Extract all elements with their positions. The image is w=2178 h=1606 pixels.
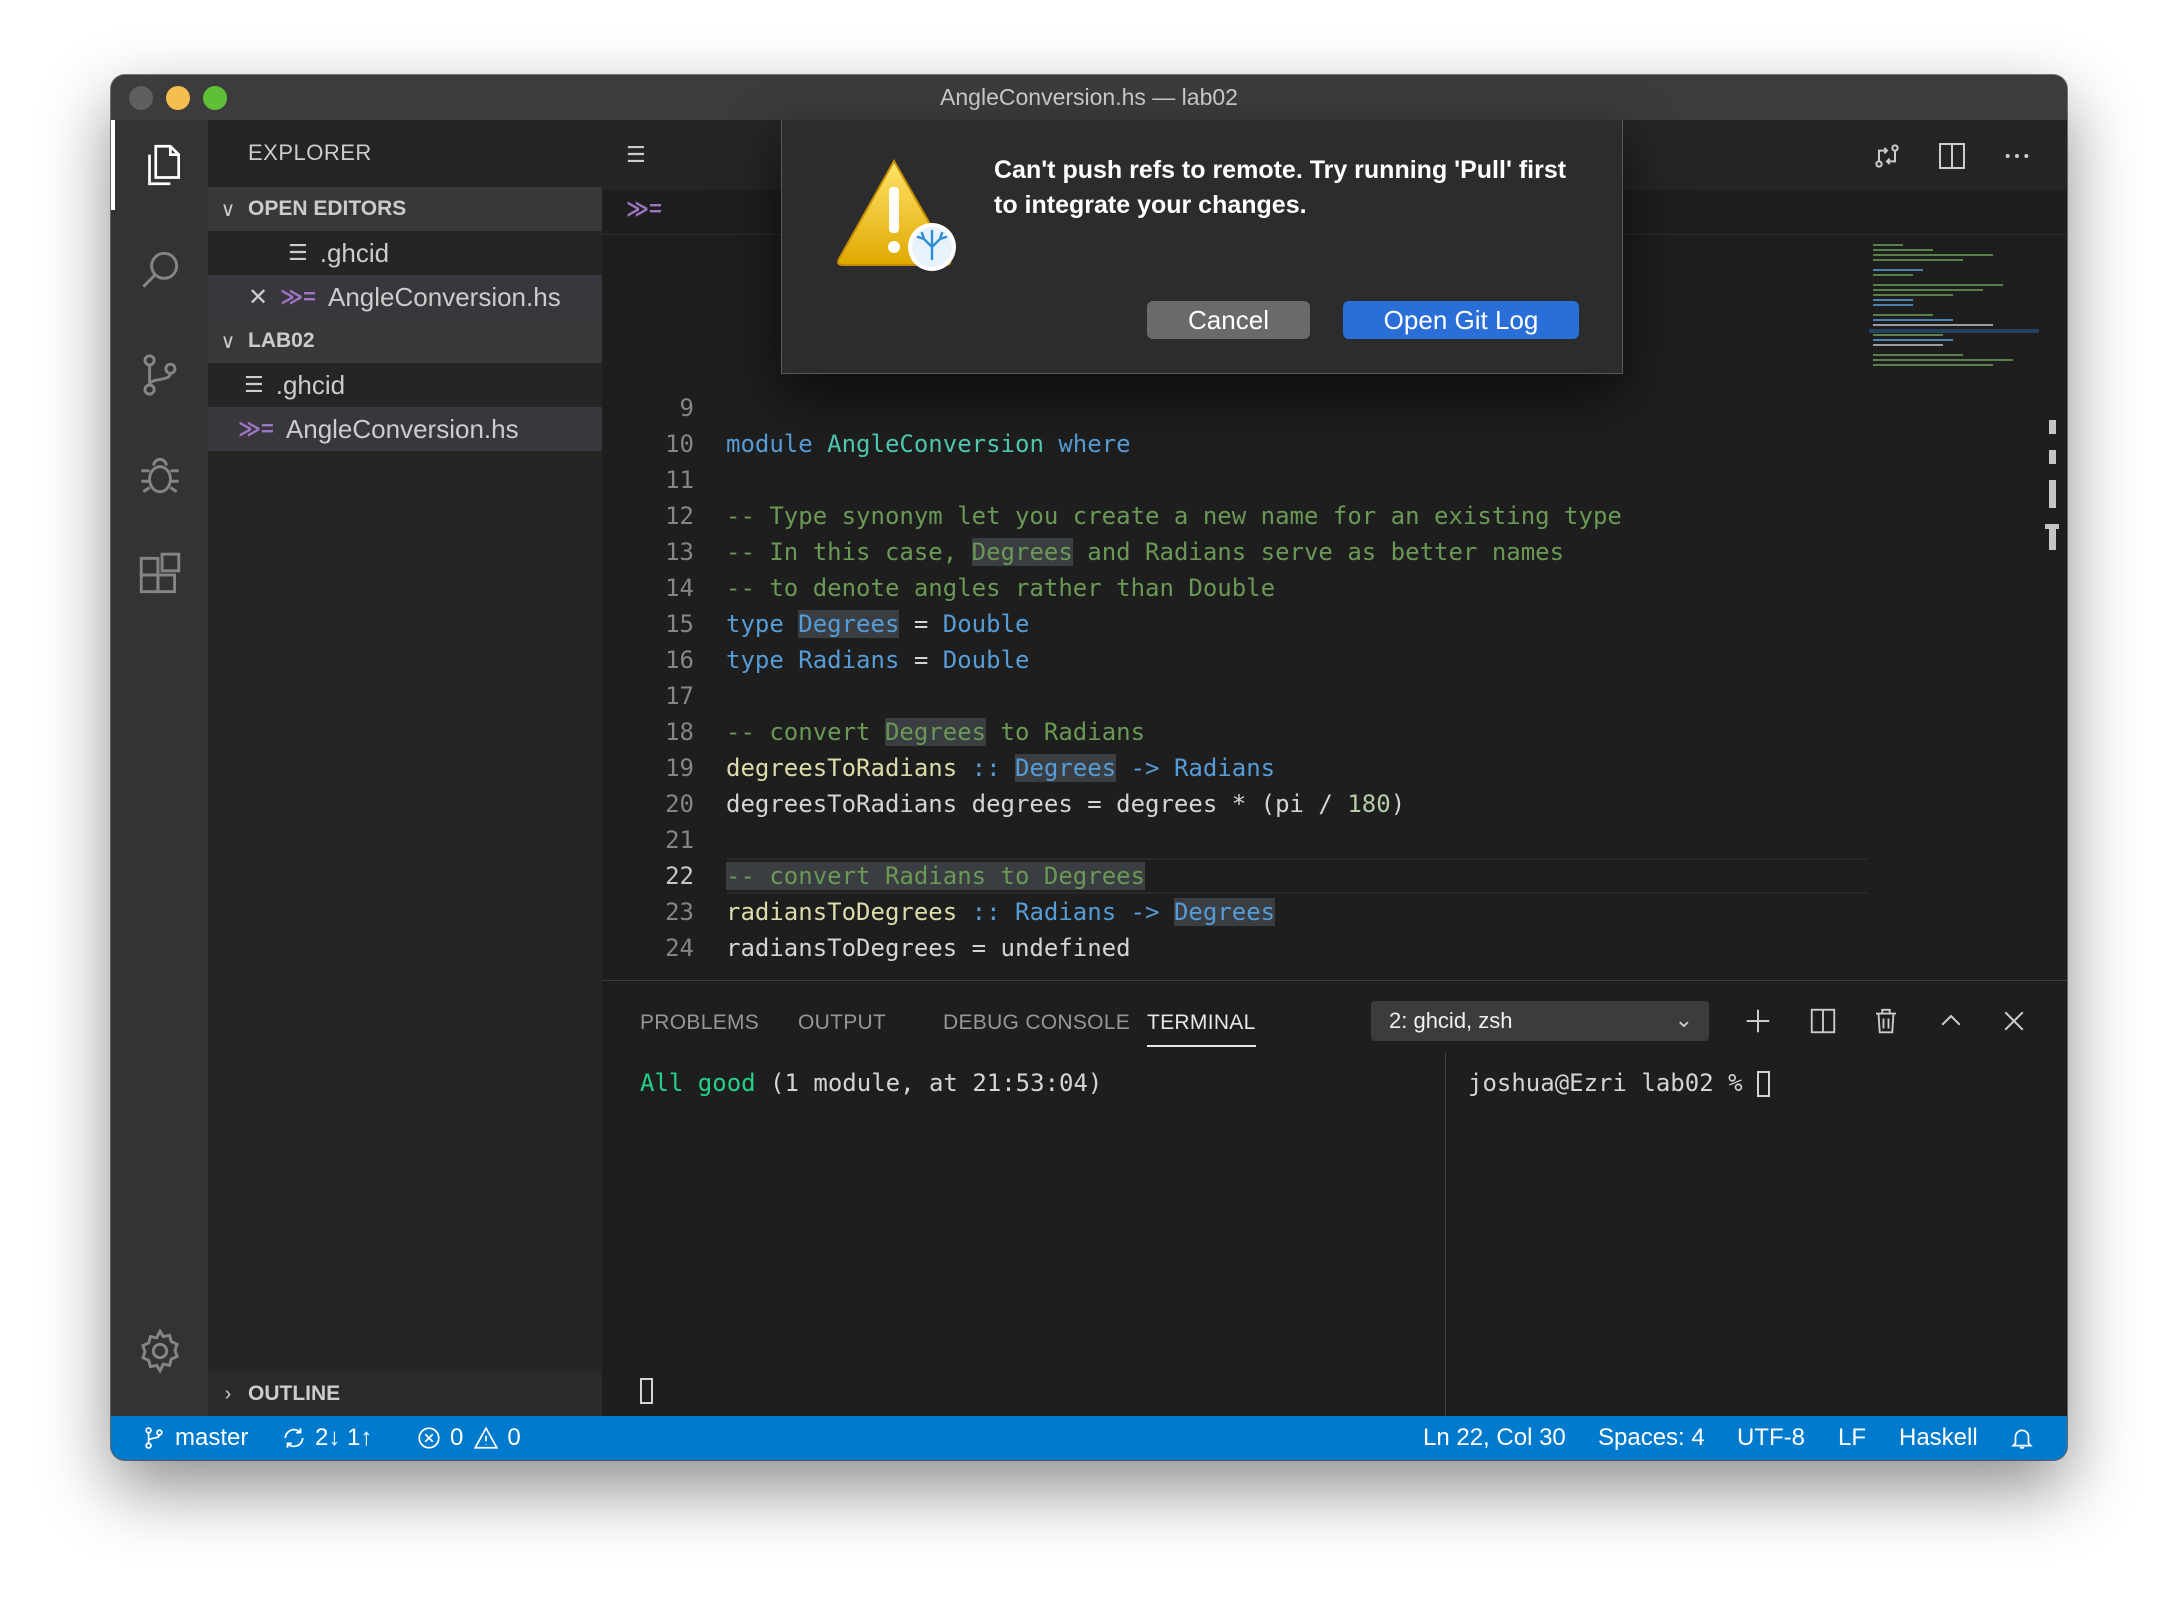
tab-problems[interactable]: PROBLEMS bbox=[640, 1011, 759, 1035]
maximize-panel-icon[interactable] bbox=[1931, 1001, 1971, 1041]
open-git-log-button[interactable]: Open Git Log bbox=[1343, 301, 1579, 339]
lab02-folder-header[interactable]: ∨ LAB02 bbox=[208, 319, 602, 363]
split-terminal-icon[interactable] bbox=[1803, 1001, 1843, 1041]
terminal-cursor bbox=[640, 1378, 653, 1404]
chevron-right-icon: › bbox=[224, 1382, 232, 1405]
git-error-dialog: Can't push refs to remote. Try running '… bbox=[781, 120, 1623, 374]
warning-icon bbox=[837, 158, 956, 271]
code-line: 13 -- In this case, Degrees and Radians s… bbox=[665, 538, 1565, 566]
close-panel-icon[interactable] bbox=[1994, 1001, 2034, 1041]
file-lines-icon: ☰ bbox=[244, 372, 264, 397]
close-icon[interactable]: ✕ bbox=[248, 283, 268, 312]
sidebar-title: EXPLORER bbox=[248, 140, 372, 165]
code-line-current: 22 -- convert Radians to Degrees bbox=[602, 858, 1867, 894]
bottom-panel: PROBLEMS OUTPUT DEBUG CONSOLE TERMINAL 2… bbox=[602, 980, 2067, 1416]
end-of-line[interactable]: LF bbox=[1838, 1416, 1866, 1460]
trash-icon[interactable] bbox=[1866, 1001, 1906, 1041]
code-line: 16 type Radians = Double bbox=[665, 646, 1030, 674]
file-lines-icon: ☰ bbox=[288, 240, 308, 265]
split-editor-icon[interactable] bbox=[1932, 136, 1972, 176]
folder-item-ghcid[interactable]: ☰ .ghcid bbox=[208, 363, 602, 407]
code-line: 15 type Degrees = Double bbox=[665, 610, 1030, 638]
code-view[interactable]: 9 10 module AngleConversion where 11 12 --… bbox=[602, 390, 1867, 966]
folder-item-angleconversion[interactable]: ≫= AngleConversion.hs bbox=[208, 407, 602, 451]
haskell-file-icon: ≫= bbox=[626, 196, 662, 221]
window-close-button[interactable] bbox=[129, 86, 153, 110]
file-lines-icon: ☰ bbox=[626, 142, 646, 167]
chevron-down-icon: ∨ bbox=[220, 198, 236, 221]
search-icon[interactable] bbox=[111, 225, 208, 315]
code-line: 23 radiansToDegrees :: Radians -> Degrees bbox=[665, 898, 1276, 926]
sync-indicator[interactable]: 2↓ 1↑ bbox=[281, 1416, 372, 1460]
tab-debug-console[interactable]: DEBUG CONSOLE bbox=[943, 1011, 1130, 1035]
chevron-down-icon: ∨ bbox=[220, 330, 236, 353]
code-line: 9 bbox=[679, 394, 694, 422]
window-maximize-button[interactable] bbox=[203, 86, 227, 110]
activity-bar bbox=[111, 120, 208, 1416]
haskell-file-icon: ≫= bbox=[238, 416, 274, 441]
code-line: 17 bbox=[665, 682, 694, 710]
code-line: 12 -- Type synonym let you create a new n… bbox=[665, 502, 1622, 530]
vscode-window: AngleConversion.hs — lab02 EXPLORER ∨ OP… bbox=[111, 75, 2067, 1460]
open-editor-item-ghcid[interactable]: ☰ .ghcid bbox=[208, 231, 602, 275]
code-line: 19 degreesToRadians :: Degrees -> Radians bbox=[665, 754, 1276, 782]
code-line: 14 -- to denote angles rather than Double bbox=[665, 574, 1276, 602]
cancel-button[interactable]: Cancel bbox=[1147, 301, 1310, 339]
code-line: 20 degreesToRadians degrees = degrees * (… bbox=[665, 790, 1406, 818]
tab-output[interactable]: OUTPUT bbox=[798, 1011, 886, 1035]
problems-indicator[interactable]: 0 0 bbox=[416, 1416, 521, 1460]
notifications-bell-icon[interactable] bbox=[2009, 1416, 2043, 1460]
code-line: 10 module AngleConversion where bbox=[665, 430, 1131, 458]
window-minimize-button[interactable] bbox=[166, 86, 190, 110]
terminal-output-left[interactable]: All good (1 module, at 21:53:04) bbox=[640, 1069, 1102, 1097]
open-editors-header[interactable]: ∨ OPEN EDITORS bbox=[208, 187, 602, 231]
window-title: AngleConversion.hs — lab02 bbox=[940, 84, 1238, 110]
extensions-icon[interactable] bbox=[111, 530, 208, 620]
branch-indicator[interactable]: master bbox=[141, 1416, 248, 1460]
tab-terminal[interactable]: TERMINAL bbox=[1147, 1011, 1256, 1047]
warning-icon bbox=[474, 1426, 499, 1449]
language-mode[interactable]: Haskell bbox=[1899, 1416, 1978, 1460]
terminal-split-divider[interactable] bbox=[1445, 1053, 1446, 1416]
new-terminal-icon[interactable] bbox=[1738, 1001, 1778, 1041]
code-line: 18 -- convert Degrees to Radians bbox=[665, 718, 1146, 746]
terminal-cursor bbox=[1756, 1071, 1770, 1097]
code-line: 24 radiansToDegrees = undefined bbox=[665, 934, 1131, 962]
code-line: 21 bbox=[665, 826, 694, 854]
explorer-sidebar: EXPLORER ∨ OPEN EDITORS ☰ .ghcid ✕ ≫= An… bbox=[208, 120, 602, 1416]
open-editor-item-angleconversion[interactable]: ✕ ≫= AngleConversion.hs bbox=[208, 275, 602, 319]
debug-icon[interactable] bbox=[111, 430, 208, 520]
overview-ruler[interactable] bbox=[2045, 420, 2059, 620]
outline-header[interactable]: › OUTLINE bbox=[208, 1372, 602, 1416]
status-bar: master 2↓ 1↑ 0 0 Ln 22, Col 30 Spaces: 4… bbox=[111, 1416, 2067, 1460]
sync-icon bbox=[284, 1428, 304, 1448]
minimap[interactable] bbox=[1869, 240, 2039, 380]
terminal-output-right[interactable]: joshua@Ezri lab02 % bbox=[1468, 1069, 1770, 1097]
dialog-message: Can't push refs to remote. Try running '… bbox=[994, 156, 1567, 219]
code-line: 11 bbox=[665, 466, 694, 494]
explorer-icon[interactable] bbox=[111, 120, 208, 210]
more-actions-icon[interactable] bbox=[1997, 136, 2037, 176]
error-icon bbox=[418, 1427, 440, 1449]
cursor-position[interactable]: Ln 22, Col 30 bbox=[1423, 1416, 1566, 1460]
terminal-selector[interactable]: 2: ghcid, zsh ⌄ bbox=[1371, 1001, 1709, 1041]
source-control-icon[interactable] bbox=[111, 330, 208, 420]
encoding[interactable]: UTF-8 bbox=[1737, 1416, 1805, 1460]
haskell-file-icon: ≫= bbox=[280, 284, 316, 309]
indentation[interactable]: Spaces: 4 bbox=[1598, 1416, 1705, 1460]
git-branch-icon bbox=[145, 1427, 163, 1449]
chevron-down-icon: ⌄ bbox=[1674, 1007, 1693, 1032]
title-bar: AngleConversion.hs — lab02 bbox=[111, 75, 2067, 120]
settings-gear-icon[interactable] bbox=[111, 1306, 208, 1396]
open-changes-icon[interactable] bbox=[1867, 136, 1907, 176]
